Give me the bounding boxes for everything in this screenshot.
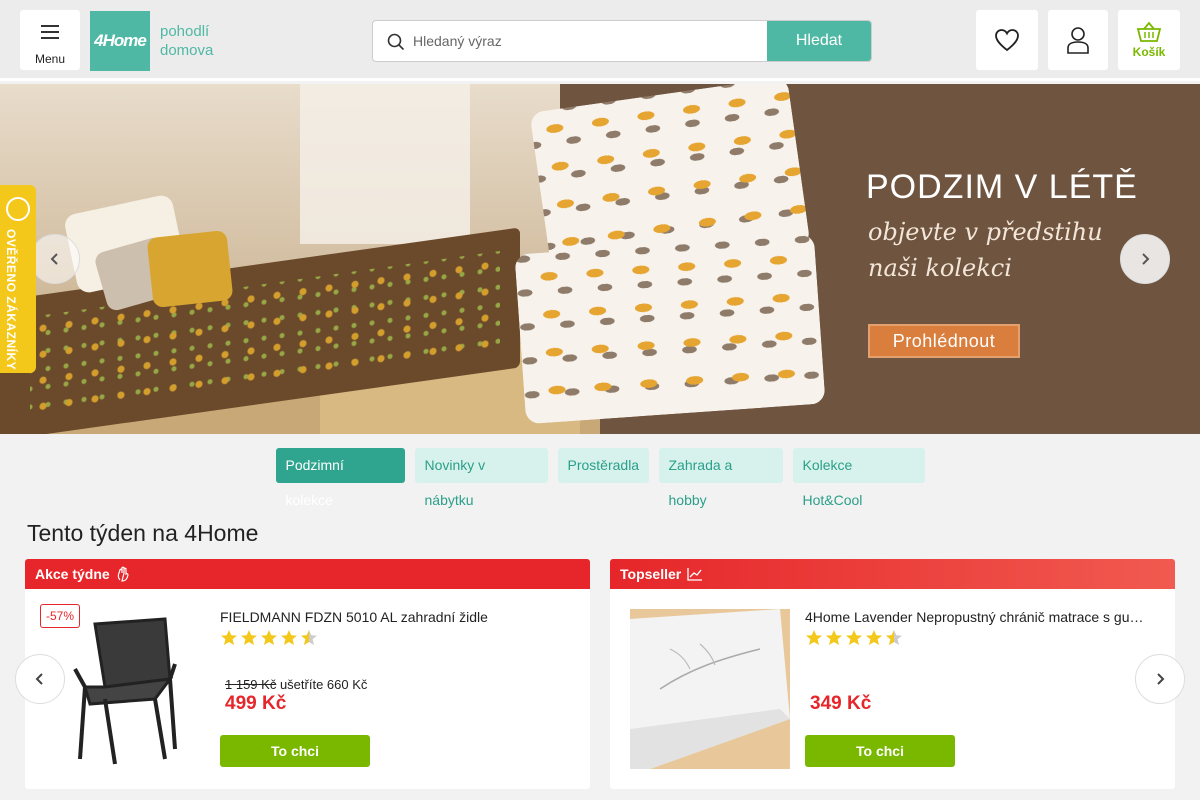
card-header: Akce týdne <box>25 559 590 589</box>
star-icon <box>261 630 277 645</box>
account-button[interactable] <box>1048 10 1108 70</box>
product-card-topseller[interactable]: Topseller 4Home Lavender Nepropustný chr… <box>610 559 1175 789</box>
tagline-line1: pohodlí <box>160 23 210 40</box>
star-half-icon <box>301 630 317 645</box>
star-icon <box>846 630 862 645</box>
chevron-left-icon <box>35 673 43 685</box>
heart-icon <box>995 29 1019 52</box>
rating-stars <box>220 629 318 647</box>
star-icon <box>826 630 842 645</box>
product-image-chair[interactable] <box>45 609 205 769</box>
category-pill-hotcool[interactable]: Kolekce Hot&Cool <box>792 448 925 508</box>
product-image-mattress-protector[interactable] <box>630 609 790 769</box>
chevron-right-icon <box>1142 253 1150 265</box>
banner-pillow <box>146 230 234 308</box>
chevron-left-icon <box>50 253 58 265</box>
chevron-right-icon <box>1157 673 1165 685</box>
category-pill-furniture[interactable]: Novinky v nábytku <box>414 448 548 508</box>
tagline-line2: domova <box>160 42 214 59</box>
banner-bedding-stack <box>514 84 826 425</box>
banner-subtitle: objevte v předstihu naši kolekci <box>868 214 1103 286</box>
basket-icon <box>1136 21 1162 42</box>
hand-icon <box>117 566 129 582</box>
favorites-button[interactable] <box>976 10 1038 70</box>
search-input[interactable] <box>413 21 763 61</box>
menu-button[interactable]: Menu <box>20 10 80 70</box>
verified-badge[interactable]: OVĚŘENO ZÁKAZNÍKY <box>0 185 36 373</box>
user-icon <box>1067 27 1089 54</box>
product-card-deal[interactable]: Akce týdne -57% FIELDMANN FDZN 5010 AL z… <box>25 559 590 789</box>
product-name[interactable]: 4Home Lavender Nepropustný chránič matra… <box>805 609 1145 625</box>
price-info: 1 159 Kč ušetříte 660 Kč <box>225 677 367 692</box>
star-icon <box>806 630 822 645</box>
card-header-label: Topseller <box>620 566 682 582</box>
category-pill-garden[interactable]: Zahrada a hobby <box>658 448 783 508</box>
search-icon <box>387 33 405 51</box>
star-icon <box>221 630 237 645</box>
category-pill-sheets[interactable]: Prostěradla <box>557 448 649 483</box>
search-button[interactable]: Hledat <box>767 21 871 61</box>
logo-tagline: pohodlí domova <box>160 22 213 60</box>
banner-headline: PODZIM V LÉTĚ <box>866 168 1138 206</box>
banner-sub-line2: naši kolekci <box>868 254 1012 282</box>
card-header: Topseller <box>610 559 1175 589</box>
cart-label: Košík <box>1132 45 1166 59</box>
site-header: Menu 4Home pohodlí domova Hledat Košík <box>0 0 1200 81</box>
banner-next-button[interactable] <box>1120 234 1170 284</box>
verified-badge-text: OVĚŘENO ZÁKAZNÍKY <box>4 229 18 371</box>
discount-badge: -57% <box>40 604 80 628</box>
cart-button[interactable]: Košík <box>1118 10 1180 70</box>
hamburger-icon <box>41 25 59 43</box>
rating-stars <box>805 629 903 647</box>
buy-button[interactable]: To chci <box>220 735 370 767</box>
logo[interactable]: 4Home <box>90 11 150 71</box>
category-pill-autumn[interactable]: Podzimní kolekce <box>275 448 405 508</box>
banner-prev-button[interactable] <box>30 234 80 284</box>
card-header-label: Akce týdne <box>35 566 110 582</box>
section-title: Tento týden na 4Home <box>27 520 259 546</box>
hero-banner[interactable]: PODZIM V LÉTĚ objevte v předstihu naši k… <box>0 84 1200 434</box>
star-icon <box>241 630 257 645</box>
banner-window <box>300 84 470 244</box>
banner-cta-button[interactable]: Prohlédnout <box>868 324 1020 358</box>
verified-seal-icon <box>6 197 30 221</box>
trend-chart-icon <box>687 568 703 581</box>
old-price: 1 159 Kč <box>225 677 277 692</box>
current-price: 349 Kč <box>810 693 872 714</box>
product-name[interactable]: FIELDMANN FDZN 5010 AL zahradní židle <box>220 609 560 625</box>
buy-button[interactable]: To chci <box>805 735 955 767</box>
current-price: 499 Kč <box>225 693 287 714</box>
carousel-next-button[interactable] <box>1135 654 1185 704</box>
banner-duvet-leaves <box>514 233 826 425</box>
banner-sub-line1: objevte v předstihu <box>868 218 1103 246</box>
star-icon <box>866 630 882 645</box>
star-icon <box>281 630 297 645</box>
menu-label: Menu <box>34 52 66 66</box>
savings-text: ušetříte 660 Kč <box>279 677 368 692</box>
star-half-icon <box>886 630 902 645</box>
carousel-prev-button[interactable] <box>15 654 65 704</box>
category-pills: Podzimní kolekce Novinky v nábytku Prost… <box>0 448 1200 508</box>
search-bar: Hledat <box>372 20 872 62</box>
